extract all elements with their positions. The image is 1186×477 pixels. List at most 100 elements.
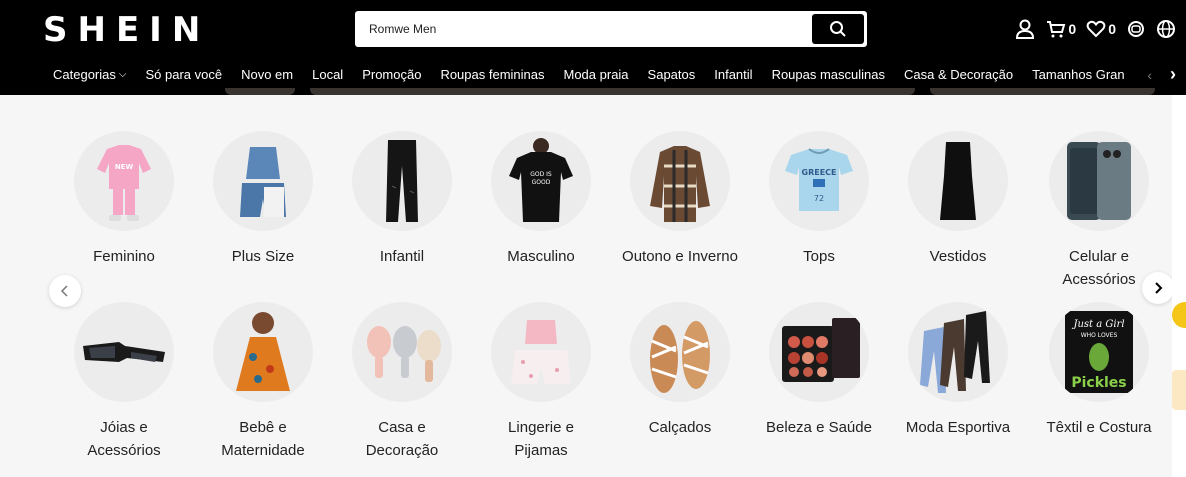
- nav-item-label: Novo em: [241, 67, 294, 82]
- category-grid: NEW Feminino Plus Size Infantil GOD IS G…: [0, 95, 1186, 477]
- floating-widget-secondary[interactable]: [1172, 370, 1186, 410]
- search-icon: [830, 21, 846, 37]
- cart-button[interactable]: 0: [1046, 19, 1076, 39]
- category-infantil[interactable]: Infantil: [342, 131, 462, 268]
- cart-icon: [1047, 21, 1066, 38]
- pink-hoodie-icon: NEW: [74, 131, 174, 231]
- svg-text:GOOD: GOOD: [532, 179, 551, 186]
- shein-logo[interactable]: SHEIN: [43, 10, 210, 50]
- category-tops[interactable]: GREECE 72 Tops: [759, 131, 879, 268]
- nav-item-label: Casa & Decoração: [904, 67, 1014, 82]
- nav-item-label: Moda praia: [563, 67, 629, 82]
- nav-item-7[interactable]: Sapatos: [648, 67, 696, 82]
- banner-peek-left: [225, 88, 295, 95]
- nav-arrows: ‹ ›: [1147, 64, 1176, 85]
- leggings-icon: [908, 302, 1008, 402]
- header-icons: 0 0: [1014, 18, 1176, 40]
- category-textil[interactable]: Just a Girl WHO LOVES Pickles Têxtil e C…: [1039, 302, 1159, 439]
- category-label: Infantil: [379, 248, 425, 265]
- category-vestidos[interactable]: Vestidos: [898, 131, 1018, 268]
- nav-item-label: Roupas masculinas: [771, 67, 886, 82]
- category-celular[interactable]: Celular e Acessórios: [1039, 131, 1159, 291]
- category-label: Lingerie e Pijamas: [508, 419, 574, 459]
- category-joias[interactable]: Jóias e Acessórios: [64, 302, 184, 462]
- wishlist-button[interactable]: 0: [1086, 19, 1116, 39]
- category-label: Jóias e Acessórios: [87, 419, 161, 459]
- black-dress-icon: [908, 131, 1008, 231]
- black-tshirt-icon: GOD IS GOOD: [491, 131, 591, 231]
- chevron-down-icon: ⌵: [118, 69, 127, 80]
- nav-next-icon[interactable]: ›: [1170, 64, 1176, 85]
- search-bar[interactable]: Romwe Men: [355, 11, 867, 47]
- nav-item-label: Infantil: [714, 67, 753, 82]
- category-label: Celular e Acessórios: [1062, 248, 1136, 288]
- svg-text:WHO LOVES: WHO LOVES: [1081, 332, 1118, 339]
- cart-count: 0: [1068, 21, 1077, 37]
- nav-item-6[interactable]: Moda praia: [564, 67, 629, 82]
- nav-item-9[interactable]: Roupas masculinas: [772, 67, 885, 82]
- search-input[interactable]: Romwe Men: [369, 22, 436, 36]
- category-label: Beleza e Saúde: [766, 419, 872, 436]
- category-nav: Categorias ⌵ Só para você Novo em Local Promo…: [0, 62, 1186, 88]
- nav-prev-icon[interactable]: ‹: [1147, 67, 1152, 83]
- category-bebe[interactable]: Bebê e Maternidade: [203, 302, 323, 462]
- black-jeans-icon: [352, 131, 452, 231]
- nav-items: Categorias ⌵ Só para você Novo em Local Promo…: [53, 67, 1125, 82]
- baby-dress-icon: [213, 302, 313, 402]
- nav-item-11[interactable]: Tamanhos Gran: [1032, 67, 1125, 82]
- category-plus-size[interactable]: Plus Size: [203, 131, 323, 268]
- heart-icon: [1086, 20, 1106, 38]
- blue-crop-top-icon: GREECE 72: [769, 131, 869, 231]
- category-label: Moda Esportiva: [905, 419, 1011, 436]
- category-label: Tops: [803, 248, 835, 265]
- category-label: Calçados: [648, 419, 712, 436]
- category-label: Bebê e Maternidade: [221, 419, 305, 459]
- category-label: Plus Size: [231, 248, 295, 265]
- category-label: Vestidos: [929, 248, 987, 265]
- nav-item-8[interactable]: Infantil: [714, 67, 752, 82]
- svg-text:GOD IS: GOD IS: [530, 171, 552, 178]
- category-feminino[interactable]: NEW Feminino: [64, 131, 184, 268]
- nav-item-0[interactable]: Categorias ⌵: [53, 67, 126, 82]
- nav-item-label: Roupas femininas: [440, 67, 545, 82]
- category-lingerie[interactable]: Lingerie e Pijamas: [481, 302, 601, 462]
- category-masculino[interactable]: GOD IS GOOD Masculino: [481, 131, 601, 268]
- denim-set-icon: [213, 131, 313, 231]
- nav-item-label: Categorias: [53, 67, 116, 82]
- svg-text:NEW: NEW: [115, 163, 134, 171]
- svg-text:Just a Girl: Just a Girl: [1071, 319, 1124, 330]
- category-moda-esportiva[interactable]: Moda Esportiva: [898, 302, 1018, 439]
- nav-item-3[interactable]: Local: [312, 67, 343, 82]
- nav-item-10[interactable]: Casa & Decoração: [904, 67, 1013, 82]
- sunglasses-icon: [74, 302, 174, 402]
- nav-item-5[interactable]: Roupas femininas: [440, 67, 544, 82]
- category-outono-inverno[interactable]: Outono e Inverno: [620, 131, 740, 268]
- nav-item-label: Sapatos: [647, 67, 696, 82]
- category-beleza[interactable]: Beleza e Saúde: [759, 302, 879, 439]
- nav-item-label: Local: [312, 67, 344, 82]
- eyeshadow-palette-icon: [769, 302, 869, 402]
- support-icon[interactable]: [1126, 19, 1146, 39]
- kitchen-tools-icon: [352, 302, 452, 402]
- search-button[interactable]: [812, 14, 864, 44]
- nav-item-1[interactable]: Só para você: [145, 67, 222, 82]
- category-label: Casa e Decoração: [365, 419, 439, 459]
- category-calcados[interactable]: Calçados: [620, 302, 740, 439]
- plaid-jacket-icon: [630, 131, 730, 231]
- nav-item-label: Tamanhos Gran: [1032, 67, 1125, 82]
- nav-item-4[interactable]: Promoção: [362, 67, 421, 82]
- pickles-blanket-icon: Just a Girl WHO LOVES Pickles: [1049, 302, 1149, 402]
- phone-icon: [1049, 131, 1149, 231]
- banner-peek-center: [310, 88, 915, 95]
- right-edge-panel: [1172, 95, 1186, 477]
- globe-icon[interactable]: [1156, 19, 1176, 39]
- category-label: Têxtil e Costura: [1046, 419, 1152, 436]
- user-icon[interactable]: [1014, 18, 1036, 40]
- category-label: Masculino: [507, 248, 575, 265]
- top-header: SHEIN Romwe Men 0 0 Categorias ⌵ Só para…: [0, 0, 1186, 95]
- chevron-left-icon: [60, 285, 68, 297]
- category-casa[interactable]: Casa e Decoração: [342, 302, 462, 462]
- nav-item-label: Promoção: [362, 67, 422, 82]
- nav-item-2[interactable]: Novo em: [241, 67, 293, 82]
- svg-text:Pickles: Pickles: [1071, 375, 1126, 391]
